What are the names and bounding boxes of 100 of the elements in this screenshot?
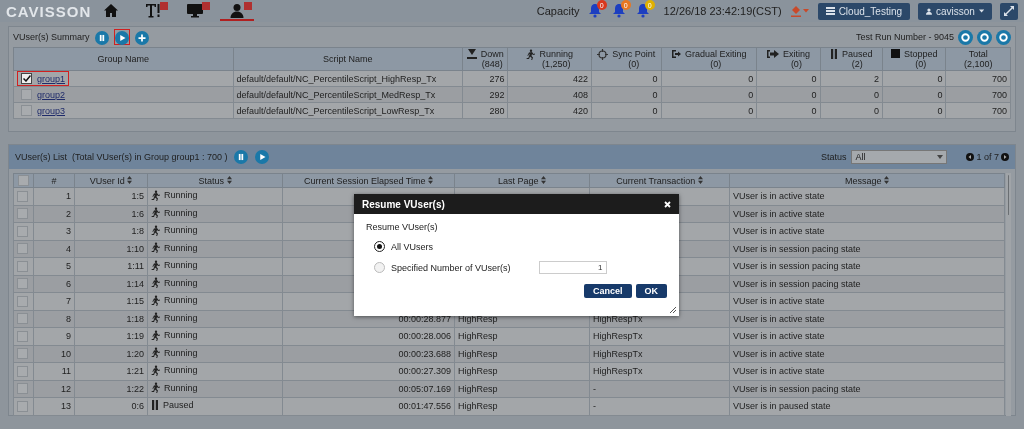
table-cell: 00:05:07.169 [398, 383, 451, 394]
play-button[interactable] [113, 29, 130, 45]
table-cell: 700 [991, 105, 1007, 116]
bell-icon[interactable] [611, 3, 626, 18]
table-cell: 0 [811, 73, 817, 84]
pause-icon [151, 400, 159, 411]
sort-icon[interactable] [884, 175, 889, 184]
table-cell: 0 [937, 73, 943, 84]
checkbox[interactable] [17, 330, 28, 342]
column-header: Paused [842, 49, 873, 59]
running-figure-icon [151, 364, 160, 376]
table-cell: VUser is in session pacing state [733, 261, 861, 272]
page-indicator: 1 of 7 [976, 152, 999, 162]
scrollbar[interactable] [1006, 173, 1011, 416]
checkbox[interactable] [21, 73, 32, 84]
table-cell: 0 [811, 105, 817, 116]
checkbox[interactable] [21, 105, 32, 116]
option-label: All VUsers [391, 241, 433, 252]
checkbox[interactable] [17, 260, 28, 272]
table-cell: 0 [937, 89, 943, 100]
user-icon [229, 2, 245, 18]
cancel-button[interactable]: Cancel [584, 284, 632, 298]
checkbox[interactable] [17, 243, 28, 255]
table-cell: default/default/NC_PercentileScript_HighResp_Tx [236, 73, 437, 84]
project-button[interactable]: Cloud_Testing [817, 2, 910, 20]
table-cell: HighResp [458, 313, 498, 324]
checkbox[interactable] [17, 208, 28, 220]
close-button[interactable] [664, 198, 671, 210]
table-cell: 0 [652, 105, 658, 116]
checkbox[interactable] [17, 190, 28, 202]
table-cell: 0 [652, 73, 658, 84]
running-figure-icon [526, 49, 536, 60]
table-cell: default/default/NC_PercentileScript_LowResp_Tx [236, 105, 435, 116]
sort-icon[interactable] [226, 175, 232, 184]
checkbox[interactable] [17, 295, 28, 307]
download-icon [466, 49, 477, 59]
column-header: Gradual Exiting [685, 49, 747, 59]
pause-button[interactable] [232, 149, 249, 165]
panel-title: VUser(s) Summary [13, 32, 90, 42]
table-cell: 1:14 [126, 278, 144, 289]
table-cell: 0 [874, 105, 880, 116]
table-cell: HighResp [458, 401, 498, 412]
table-cell: HighRespTx [593, 366, 643, 377]
row-number: 5 [66, 261, 71, 272]
row-number: 2 [66, 208, 71, 219]
sort-icon[interactable] [127, 175, 133, 184]
toolbar-tab[interactable] [220, 1, 254, 21]
pause-button[interactable] [93, 29, 110, 45]
status-dropdown[interactable]: All [851, 150, 948, 164]
number-field[interactable]: 1 [538, 261, 607, 274]
radio-button[interactable] [374, 262, 385, 273]
column-header: Total [968, 49, 988, 59]
table-cell: VUser is in active state [733, 313, 825, 324]
checkbox[interactable] [17, 400, 28, 412]
table-cell: VUser is in paused state [733, 401, 831, 412]
row-number: 11 [61, 366, 71, 377]
status-text: Running [164, 312, 198, 323]
table-cell: 1:18 [126, 313, 144, 324]
checkbox[interactable] [18, 175, 29, 187]
user-menu-button[interactable]: cavisson [918, 2, 992, 20]
table-cell: 00:00:28.006 [398, 331, 451, 342]
checkbox[interactable] [17, 278, 28, 290]
checkbox[interactable] [17, 365, 28, 377]
checkbox[interactable] [17, 225, 28, 237]
previous-page-icon[interactable] [966, 153, 975, 161]
table-cell: HighRespTx [593, 331, 643, 342]
row-number: 6 [66, 278, 71, 289]
table-cell: 280 [489, 105, 505, 116]
checkbox[interactable] [17, 383, 28, 395]
resize-grip-icon[interactable] [670, 307, 676, 313]
checkbox[interactable] [17, 348, 28, 360]
column-count: (0) [628, 59, 640, 69]
text-tool-icon [145, 2, 161, 18]
column-header: Group Name [97, 54, 150, 64]
group-link[interactable]: group3 [37, 105, 66, 116]
radio-button[interactable] [374, 241, 385, 252]
status-text: Running [164, 242, 198, 253]
column-header[interactable]: Message [844, 175, 882, 186]
row-number: 8 [66, 313, 71, 324]
column-count: (0) [710, 59, 722, 69]
column-count: (0) [790, 59, 802, 69]
checkbox[interactable] [21, 89, 32, 100]
next-page-icon[interactable] [1001, 153, 1009, 161]
sort-icon[interactable] [541, 175, 546, 184]
table-cell: default/default/NC_PercentileScript_MedResp_Tx [236, 89, 436, 100]
ok-button[interactable]: OK [635, 284, 667, 298]
play-button[interactable] [253, 149, 270, 165]
fullscreen-button[interactable] [1000, 2, 1018, 20]
column-header[interactable]: Status [198, 175, 224, 186]
table-cell: 0 [937, 105, 943, 116]
checkbox[interactable] [17, 313, 28, 325]
sort-icon[interactable] [428, 175, 434, 184]
group-link[interactable]: group2 [37, 89, 66, 100]
table-cell: 00:00:27.309 [398, 366, 451, 377]
table-cell: 420 [573, 105, 589, 116]
add-button[interactable] [133, 29, 150, 45]
column-header: Stopped [904, 49, 938, 59]
row-number: 12 [61, 383, 71, 394]
sort-icon[interactable] [697, 175, 703, 184]
running-figure-icon [151, 382, 160, 394]
